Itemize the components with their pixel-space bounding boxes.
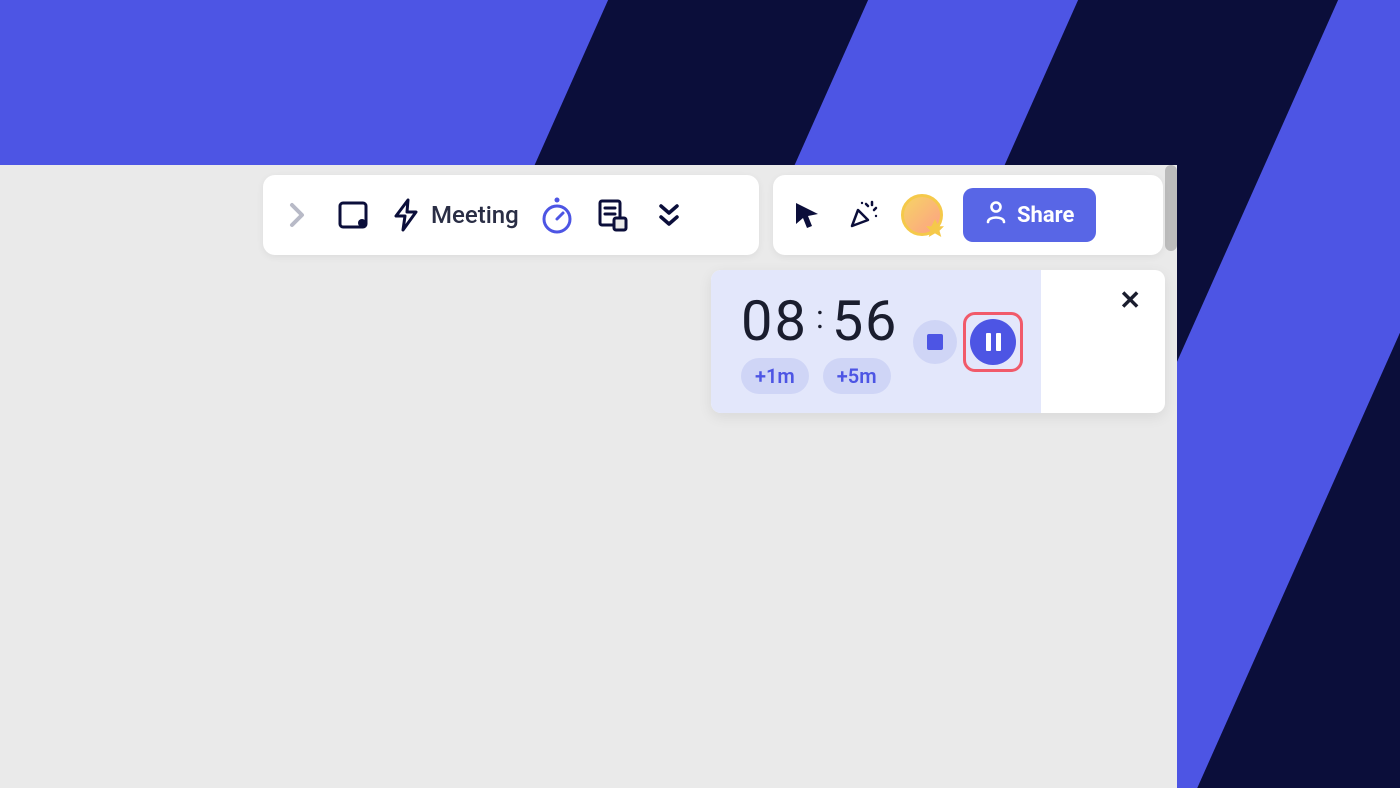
more-tools-button[interactable]	[651, 193, 687, 237]
timer-minutes: 08	[741, 288, 808, 354]
timer-seconds: 56	[832, 288, 899, 354]
cursor-icon	[792, 200, 822, 230]
timer-panel-side: ✕	[1041, 270, 1165, 413]
timer-icon	[539, 195, 575, 235]
share-label: Share	[1017, 203, 1074, 228]
share-button[interactable]: Share	[963, 188, 1096, 242]
add-5m-button[interactable]: +5m	[823, 358, 891, 394]
lightning-icon	[391, 198, 421, 232]
expand-toolbar-button[interactable]	[279, 193, 315, 237]
timer-display-area: 08 : 56 +1m +5m	[711, 270, 1041, 413]
meeting-button[interactable]: Meeting	[391, 193, 519, 237]
scrollbar[interactable]	[1165, 165, 1177, 251]
timer-panel: 08 : 56 +1m +5m	[711, 270, 1165, 413]
canvas-area: Meeting	[0, 165, 1177, 788]
pause-icon	[996, 333, 1001, 351]
close-icon: ✕	[1119, 286, 1141, 316]
toolbar-tools: Meeting	[263, 175, 759, 255]
stop-icon	[927, 334, 943, 350]
pause-icon	[986, 333, 991, 351]
timer-tool-button[interactable]	[539, 193, 575, 237]
person-add-icon	[985, 200, 1007, 230]
confetti-icon	[846, 198, 880, 232]
notes-tool-button[interactable]	[595, 193, 631, 237]
frame-tool-button[interactable]	[335, 193, 371, 237]
user-avatar[interactable]	[901, 194, 943, 236]
reactions-button[interactable]	[845, 193, 881, 237]
cursor-tool-button[interactable]	[789, 193, 825, 237]
pause-button[interactable]	[970, 319, 1016, 365]
chevron-right-icon	[288, 201, 306, 229]
timer-controls	[913, 312, 1023, 372]
close-timer-button[interactable]: ✕	[1119, 288, 1141, 314]
add-1m-button[interactable]: +1m	[741, 358, 809, 394]
frame-icon	[336, 198, 370, 232]
stop-button[interactable]	[913, 320, 957, 364]
notes-icon	[596, 198, 630, 232]
toolbar-collab: Share	[773, 175, 1163, 255]
double-chevron-down-icon	[658, 202, 680, 228]
timer-colon: :	[812, 298, 828, 344]
pause-button-highlight	[963, 312, 1023, 372]
meeting-label: Meeting	[431, 201, 519, 229]
